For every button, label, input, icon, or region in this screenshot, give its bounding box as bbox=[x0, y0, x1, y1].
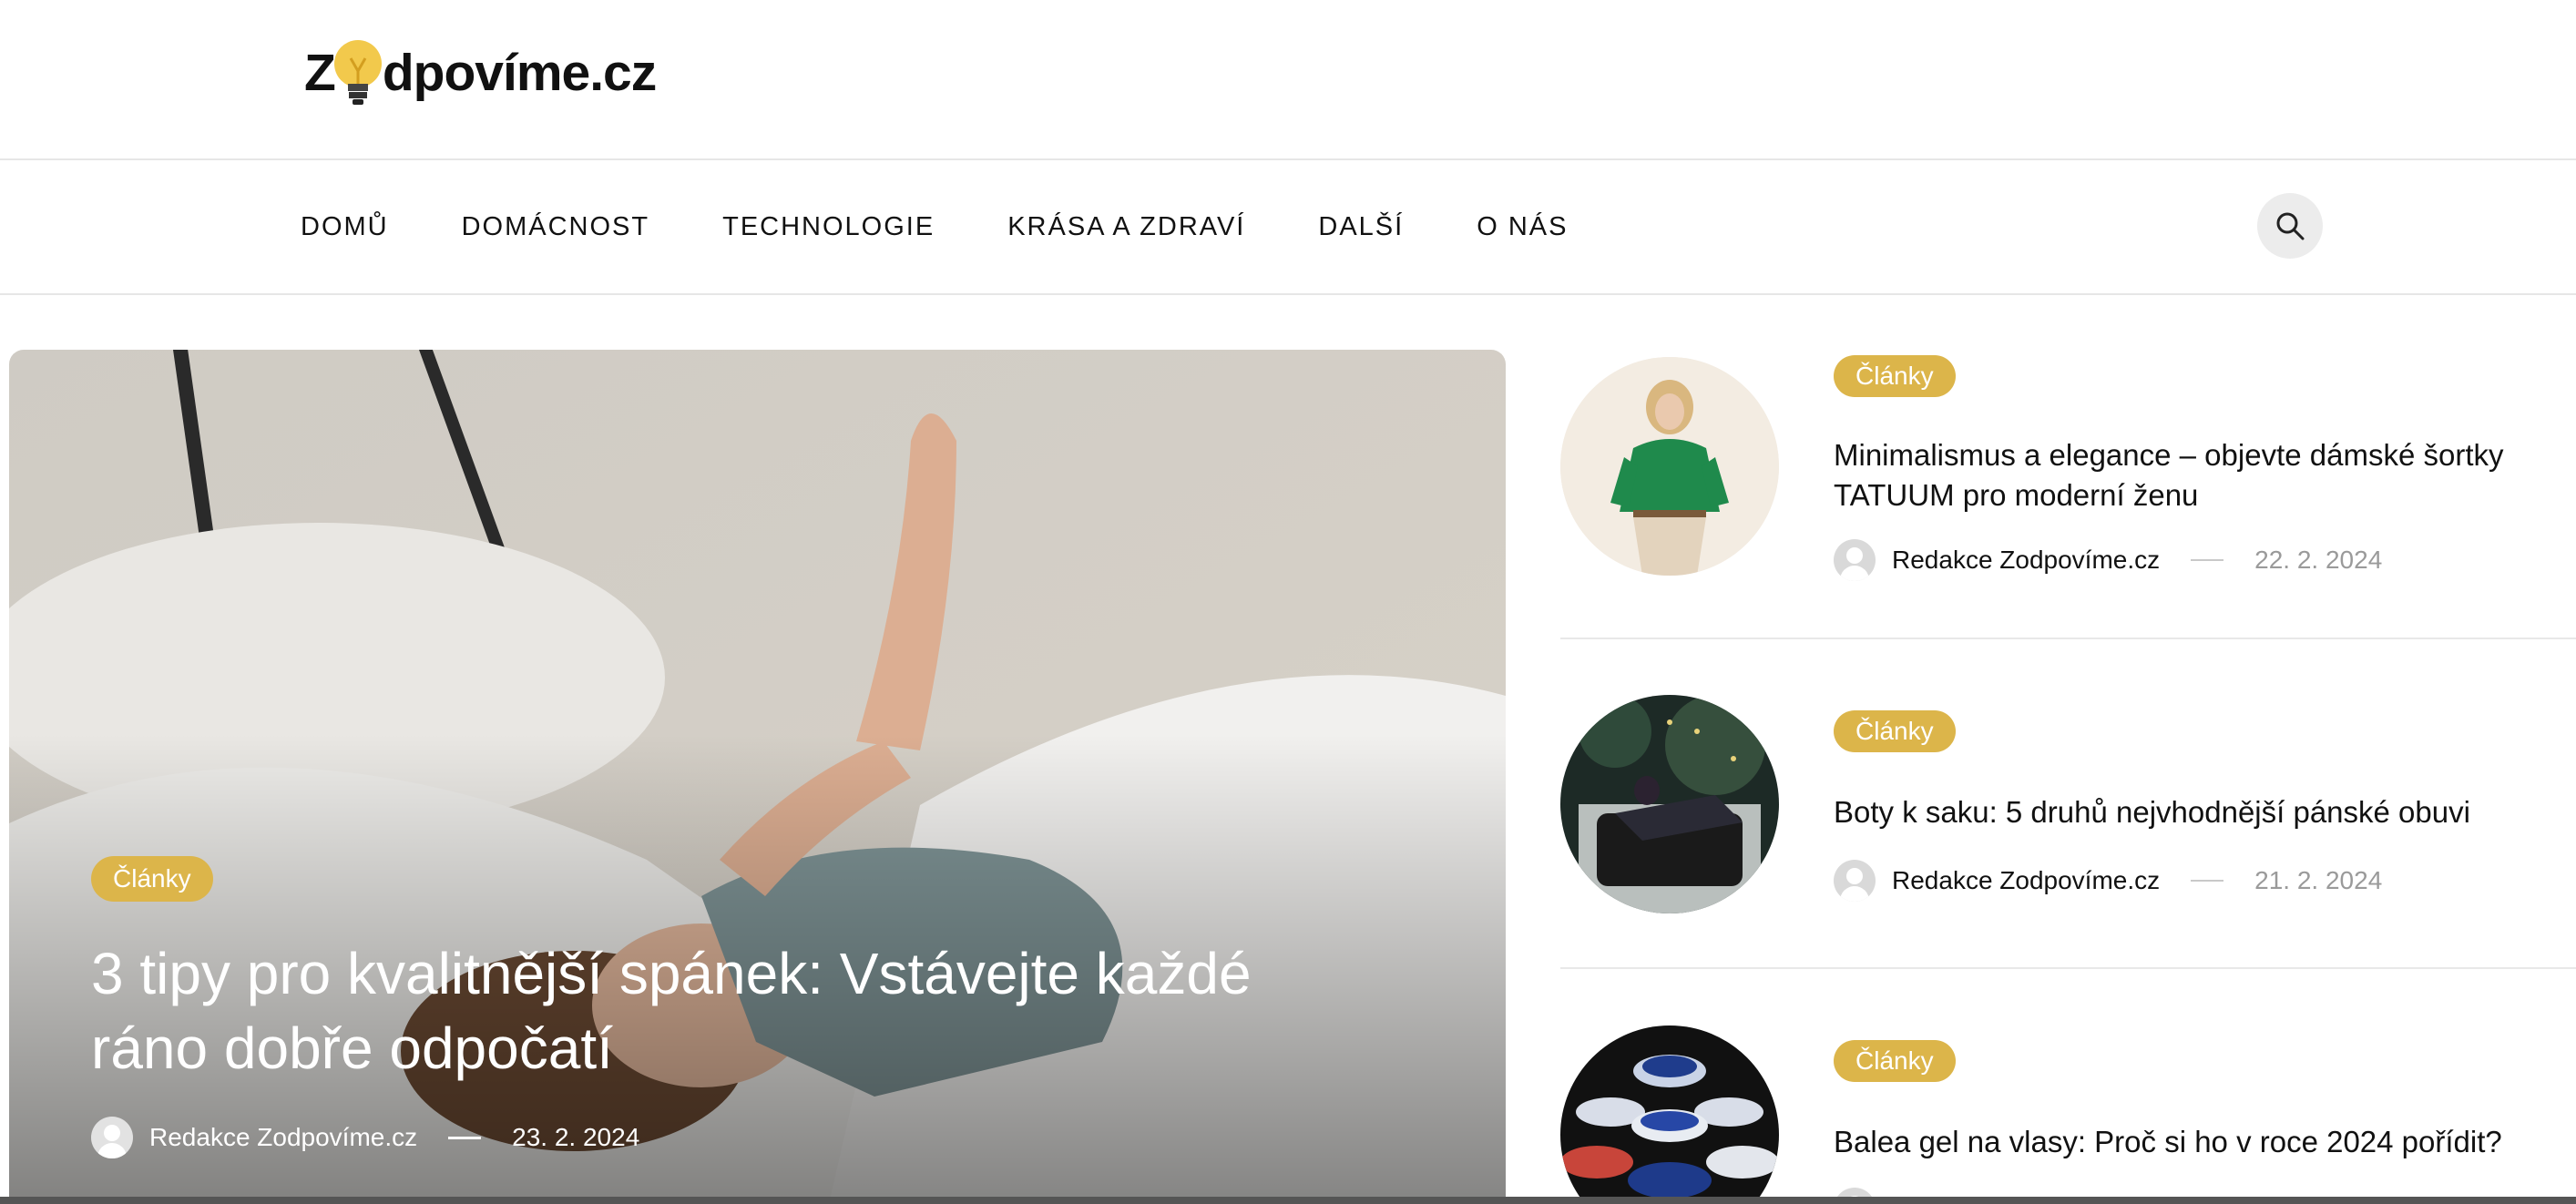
author-avatar bbox=[91, 1117, 133, 1158]
article-meta: Redakce Zodpovíme.cz 22. 2. 2024 bbox=[1834, 539, 2382, 581]
hero-article[interactable]: Články 3 tipy pro kvalitnější spánek: Vs… bbox=[9, 350, 1506, 1204]
article-thumbnail[interactable] bbox=[1560, 357, 1779, 576]
side-article[interactable]: Články Boty k saku: 5 druhů nejvhodnější… bbox=[1560, 692, 2576, 965]
logo-text-end: dpovíme.cz bbox=[382, 44, 657, 102]
nav-item-dalsi[interactable]: DALŠÍ bbox=[1318, 212, 1404, 242]
article-author[interactable]: Redakce Zodpovíme.cz bbox=[1892, 546, 2160, 575]
hero-author[interactable]: Redakce Zodpovíme.cz bbox=[149, 1123, 417, 1152]
divider bbox=[1560, 967, 2576, 969]
nav-item-technologie[interactable]: TECHNOLOGIE bbox=[722, 212, 935, 242]
logo-text-start: Z bbox=[304, 44, 336, 102]
article-author[interactable]: Redakce Zodpovíme.cz bbox=[1892, 866, 2160, 895]
nav-item-o-nas[interactable]: O NÁS bbox=[1477, 212, 1568, 242]
article-meta: Redakce Zodpovíme.cz 21. 2. 2024 bbox=[1834, 860, 2382, 902]
article-title[interactable]: Minimalismus a elegance – objevte dámské… bbox=[1834, 435, 2562, 515]
meta-separator bbox=[448, 1136, 482, 1139]
search-button[interactable] bbox=[2257, 193, 2323, 259]
main-navigation: DOMŮ DOMÁCNOST TECHNOLOGIE KRÁSA A ZDRAV… bbox=[0, 160, 2576, 295]
site-header: Z dpovíme.cz bbox=[0, 0, 2576, 160]
nav-item-domu[interactable]: DOMŮ bbox=[301, 212, 389, 242]
article-thumbnail[interactable] bbox=[1560, 695, 1779, 913]
nav-menu: DOMŮ DOMÁCNOST TECHNOLOGIE KRÁSA A ZDRAV… bbox=[301, 160, 1641, 293]
site-logo[interactable]: Z dpovíme.cz bbox=[304, 27, 657, 118]
author-avatar bbox=[1834, 539, 1876, 581]
nav-item-krasa-a-zdravi[interactable]: KRÁSA A ZDRAVÍ bbox=[1007, 212, 1245, 242]
meta-separator bbox=[2191, 559, 2224, 561]
search-icon bbox=[2276, 212, 2305, 240]
hero-title[interactable]: 3 tipy pro kvalitnější spánek: Vstávejte… bbox=[91, 936, 1293, 1086]
side-article[interactable]: Články Balea gel na vlasy: Proč si ho v … bbox=[1560, 1024, 2576, 1204]
hero-date: 23. 2. 2024 bbox=[512, 1123, 640, 1151]
window-bottom-edge bbox=[0, 1197, 2576, 1204]
category-badge[interactable]: Články bbox=[1834, 355, 1956, 397]
article-title[interactable]: Balea gel na vlasy: Proč si ho v roce 20… bbox=[1834, 1122, 2562, 1162]
hero-meta: Redakce Zodpovíme.cz 23. 2. 2024 bbox=[91, 1117, 639, 1158]
side-article[interactable]: Články Minimalismus a elegance – objevte… bbox=[1560, 355, 2576, 638]
meta-separator bbox=[2191, 880, 2224, 882]
hero-category-badge[interactable]: Články bbox=[91, 856, 213, 902]
article-date: 22. 2. 2024 bbox=[2254, 546, 2383, 574]
author-avatar bbox=[1834, 860, 1876, 902]
article-date: 21. 2. 2024 bbox=[2254, 866, 2383, 894]
category-badge[interactable]: Články bbox=[1834, 710, 1956, 752]
article-thumbnail[interactable] bbox=[1560, 1025, 1779, 1204]
lightbulb-icon bbox=[332, 38, 384, 107]
category-badge[interactable]: Články bbox=[1834, 1040, 1956, 1082]
nav-item-domacnost[interactable]: DOMÁCNOST bbox=[462, 212, 650, 242]
article-title[interactable]: Boty k saku: 5 druhů nejvhodnější pánské… bbox=[1834, 792, 2562, 832]
divider bbox=[1560, 638, 2576, 639]
